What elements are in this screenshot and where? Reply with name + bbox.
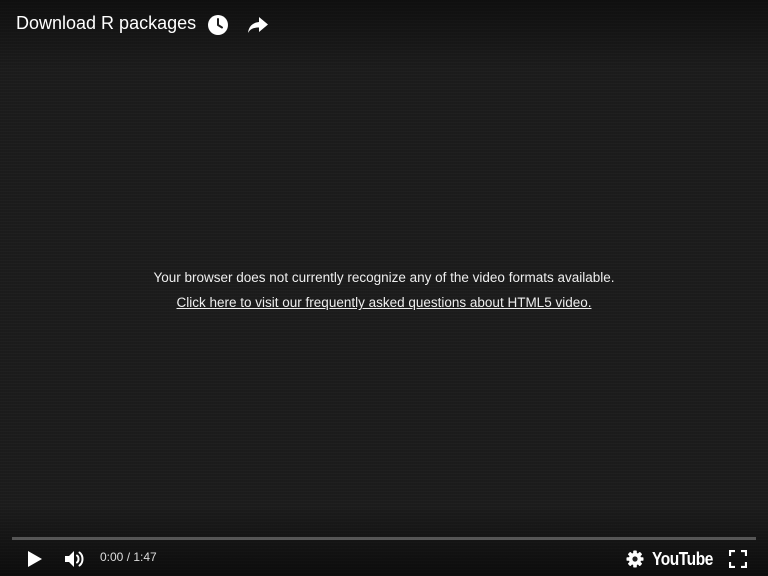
unsupported-format-text: Your browser does not currently recogniz…: [153, 270, 615, 285]
settings-button[interactable]: [624, 547, 646, 571]
play-icon: [28, 551, 42, 567]
title-bar: Download R packages: [16, 10, 271, 40]
play-button[interactable]: [22, 547, 48, 571]
error-message: Your browser does not currently recogniz…: [0, 265, 768, 315]
time-display: 0:00 / 1:47: [100, 550, 157, 564]
fullscreen-icon: [729, 550, 747, 568]
youtube-logo: YouTube: [651, 548, 713, 569]
share-arrow-icon: [248, 17, 269, 33]
html5-faq-link[interactable]: Click here to visit our frequently asked…: [177, 295, 592, 310]
video-player[interactable]: Download R packages Your browser does no…: [0, 0, 768, 576]
clock-icon: [208, 15, 229, 35]
watch-later-button[interactable]: [205, 12, 231, 38]
volume-button[interactable]: [62, 547, 88, 571]
fullscreen-button[interactable]: [727, 547, 749, 571]
youtube-logo-button[interactable]: YouTube: [652, 547, 716, 571]
progress-bar[interactable]: [12, 537, 756, 540]
gear-icon: [626, 550, 644, 568]
control-bar: 0:00 / 1:47 YouTube: [0, 541, 768, 576]
video-title[interactable]: Download R packages: [16, 11, 196, 35]
volume-icon: [65, 551, 84, 567]
share-button[interactable]: [245, 12, 271, 38]
